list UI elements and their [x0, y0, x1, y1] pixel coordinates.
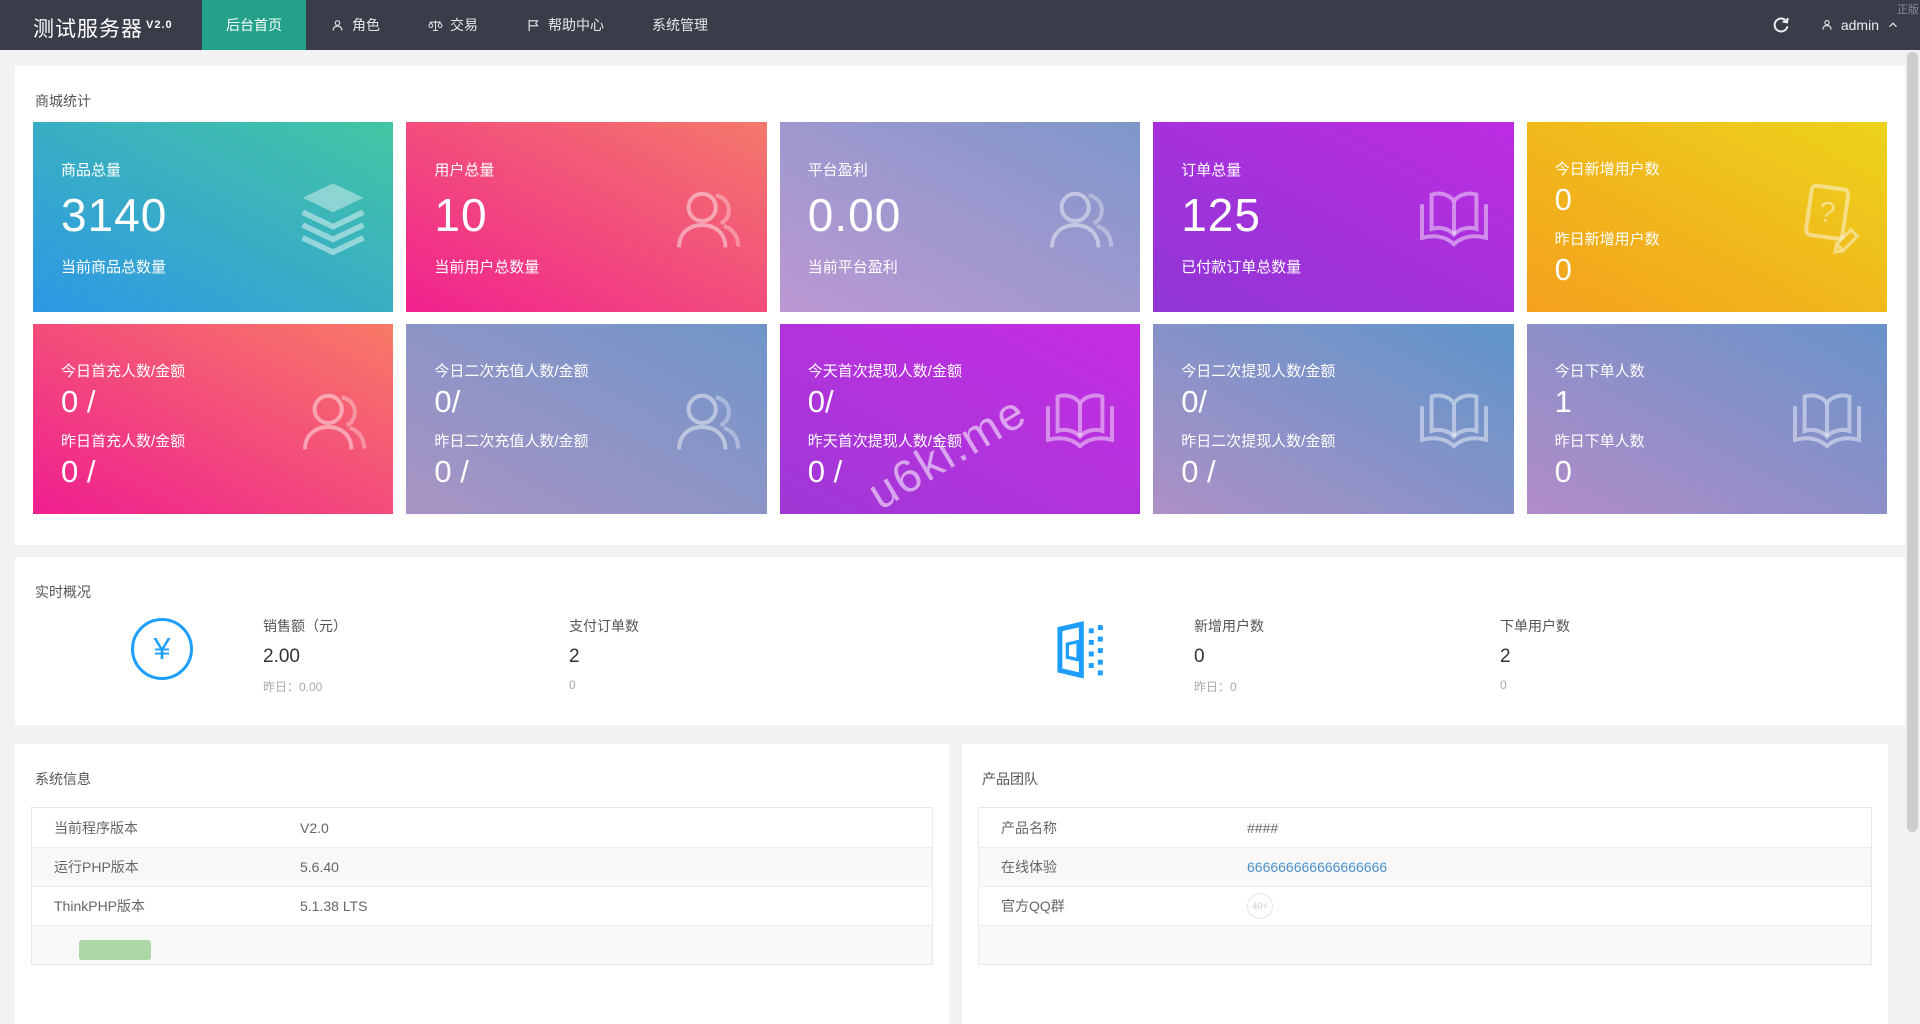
stat-new-users: 新增用户数 0 昨日：0 — [1194, 616, 1264, 695]
stat-value: 0 / — [61, 454, 95, 490]
nav-item-trade[interactable]: 交易 — [404, 0, 502, 50]
chevron-up-icon — [1886, 18, 1900, 32]
card-new-users: 今日新增用户数 0 昨日新增用户数 0 — [1527, 122, 1887, 312]
main-nav: 后台首页 角色 交易 帮助中心 系统管理 — [202, 0, 732, 50]
card-product-total: 商品总量 3140 当前商品总数量 — [33, 122, 393, 312]
refresh-icon — [1772, 16, 1790, 34]
stat-order-users: 下单用户数 2 0 — [1500, 616, 1570, 692]
stat-value: 0/ — [808, 384, 834, 420]
mall-stats-panel: 商城统计 商品总量 3140 当前商品总数量 用户总量 10 当前用户总数量 平… — [15, 66, 1905, 545]
realtime-overview-panel: 实时概况 ¥ 销售额（元） 2.00 昨日：0.00 支付订单数 2 0 新增用… — [15, 557, 1905, 725]
nav-item-help-center[interactable]: 帮助中心 — [502, 0, 628, 50]
card-second-recharge: 今日二次充值人数/金额 0/ 昨日二次充值人数/金额 0 / — [406, 324, 766, 514]
stat-value: 0 / — [434, 454, 468, 490]
users-icon — [667, 379, 747, 459]
stat-value: 0 / — [1181, 454, 1215, 490]
stat-value: 0 / — [61, 384, 95, 420]
table-row: ThinkPHP版本 5.1.38 LTS — [32, 886, 932, 925]
card-today-orders: 今日下单人数 1 昨日下单人数 0 — [1527, 324, 1887, 514]
card-user-total: 用户总量 10 当前用户总数量 — [406, 122, 766, 312]
qq-group-badge[interactable]: 40+ — [1247, 893, 1273, 919]
yuan-circle-icon: ¥ — [131, 618, 193, 680]
layers-icon — [293, 177, 373, 257]
username: admin — [1841, 17, 1879, 33]
brand-version: V2.0 — [146, 19, 173, 31]
header-right: admin — [1772, 0, 1900, 50]
card-second-withdraw: 今日二次提现人数/金额 0/ 昨日二次提现人数/金额 0 / — [1153, 324, 1513, 514]
users-icon — [293, 379, 373, 459]
help-file-icon — [1787, 177, 1867, 257]
stat-value: 125 — [1181, 188, 1261, 242]
table-row-partial — [32, 925, 932, 964]
stat-sales: 销售额（元） 2.00 昨日：0.00 — [263, 616, 347, 695]
stat-value: 3140 — [61, 188, 167, 242]
nav-item-roles[interactable]: 角色 — [306, 0, 404, 50]
card-first-recharge: 今日首充人数/金额 0 / 昨日首充人数/金额 0 / — [33, 324, 393, 514]
table-row: 运行PHP版本 5.6.40 — [32, 847, 932, 886]
user-icon — [330, 18, 345, 33]
stat-value: 0 — [1555, 252, 1572, 288]
stat-value: 0 / — [808, 454, 842, 490]
table-row: 当前程序版本 V2.0 — [32, 808, 932, 847]
stat-paid-orders: 支付订单数 2 0 — [569, 616, 639, 692]
top-header: 测试服务器V2.0 后台首页 角色 交易 帮助中心 系统管理 admin — [0, 0, 1920, 50]
stat-value: 10 — [434, 188, 487, 242]
stat-value: 0/ — [1181, 384, 1207, 420]
user-icon — [1820, 18, 1834, 32]
nav-item-system-settings[interactable]: 系统管理 — [628, 0, 732, 50]
system-info-panel: 系统信息 当前程序版本 V2.0 运行PHP版本 5.6.40 ThinkPHP… — [15, 744, 949, 1024]
brand-logo[interactable]: 测试服务器V2.0 — [33, 0, 173, 50]
brand-name: 测试服务器 — [33, 18, 143, 41]
stat-value: 0.00 — [808, 188, 902, 242]
product-team-table: 产品名称 #### 在线体验 666666666666666666 官方QQ群 … — [978, 807, 1872, 965]
table-row: 官方QQ群 40+ — [979, 886, 1871, 925]
book-icon — [1414, 379, 1494, 459]
stat-value: 0/ — [434, 384, 460, 420]
stat-value: 0 — [1555, 182, 1572, 218]
table-row: 产品名称 #### — [979, 808, 1871, 847]
panel-title: 实时概况 — [35, 582, 91, 602]
flag-icon — [526, 18, 541, 33]
genuine-tag: 正版 — [1897, 1, 1919, 17]
scrollbar-thumb[interactable] — [1907, 52, 1918, 832]
users-icon — [1040, 177, 1120, 257]
book-icon — [1787, 379, 1867, 459]
user-menu[interactable]: admin — [1820, 17, 1900, 33]
online-demo-link[interactable]: 666666666666666666 — [1247, 859, 1387, 875]
panel-title: 系统信息 — [35, 769, 91, 789]
building-icon — [1050, 616, 1116, 682]
card-order-total: 订单总量 125 已付款订单总数量 — [1153, 122, 1513, 312]
nav-item-dashboard[interactable]: 后台首页 — [202, 0, 306, 50]
stat-value: 0 — [1555, 454, 1572, 490]
stat-value: 1 — [1555, 384, 1572, 420]
book-icon — [1414, 177, 1494, 257]
book-icon — [1040, 379, 1120, 459]
product-team-panel: 产品团队 产品名称 #### 在线体验 666666666666666666 官… — [962, 744, 1888, 1024]
vertical-scrollbar[interactable] — [1905, 50, 1920, 939]
refresh-button[interactable] — [1772, 16, 1790, 34]
scales-icon — [428, 18, 443, 33]
card-platform-profit: 平台盈利 0.00 当前平台盈利 — [780, 122, 1140, 312]
stat-cards-grid: 商品总量 3140 当前商品总数量 用户总量 10 当前用户总数量 平台盈利 0… — [33, 122, 1887, 514]
panel-title: 商城统计 — [35, 91, 91, 111]
table-row-partial — [979, 925, 1871, 964]
panel-title: 产品团队 — [982, 769, 1038, 789]
card-first-withdraw: 今天首次提现人数/金额 0/ 昨天首次提现人数/金额 0 / — [780, 324, 1140, 514]
system-info-table: 当前程序版本 V2.0 运行PHP版本 5.6.40 ThinkPHP版本 5.… — [31, 807, 933, 965]
users-icon — [667, 177, 747, 257]
table-row: 在线体验 666666666666666666 — [979, 847, 1871, 886]
status-badge — [79, 940, 151, 960]
